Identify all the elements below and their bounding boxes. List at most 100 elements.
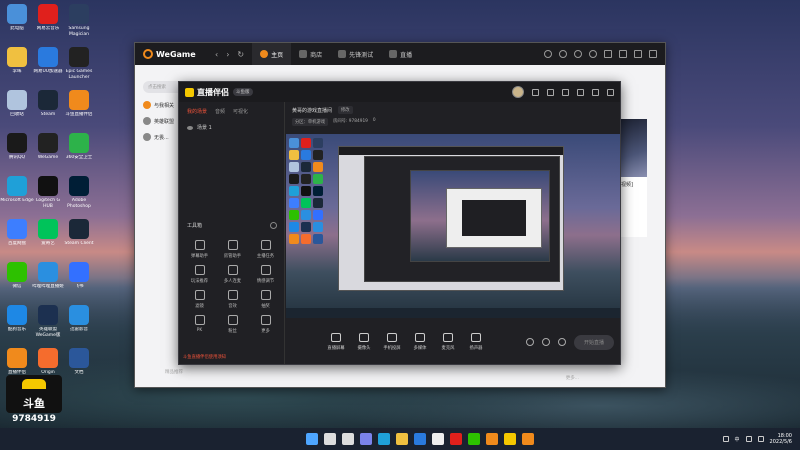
wegame-titlebar[interactable]: WeGame ‹ › ↻ 主页 商店 先锋测试 直播 — [135, 43, 665, 65]
more-link[interactable]: 更多... — [566, 375, 579, 381]
desktop-icon[interactable]: 飞书 — [62, 260, 96, 300]
minimize-icon[interactable] — [577, 88, 584, 96]
settings-icon[interactable] — [557, 338, 566, 346]
desktop-icon[interactable]: 斗鱼直播伴侣 — [62, 88, 96, 128]
desktop-icon[interactable]: 回收站 — [0, 88, 34, 128]
netease-music-icon[interactable] — [450, 433, 462, 445]
avatar[interactable] — [589, 50, 597, 58]
avatar[interactable] — [512, 86, 524, 98]
desktop-icon[interactable]: 文档 — [62, 346, 96, 386]
close-icon[interactable] — [607, 88, 614, 96]
gift-icon[interactable] — [544, 50, 552, 58]
monitor-eye-icon[interactable] — [541, 338, 550, 346]
desktop-icon[interactable]: Adobe Photoshop — [62, 174, 96, 214]
desktop-icon[interactable]: Epic Games Launcher — [62, 45, 96, 85]
settings-icon[interactable] — [547, 88, 554, 96]
toolbox-item[interactable]: 玩法推荐 — [183, 265, 216, 284]
scene-item[interactable]: 场景 1 — [179, 121, 284, 134]
tab-pioneer-test[interactable]: 先锋测试 — [330, 43, 381, 65]
desktop-icon[interactable]: 360安全卫士 — [62, 131, 96, 171]
desktop-icon[interactable]: Steam Client — [62, 217, 96, 257]
live-companion-icon[interactable] — [504, 433, 516, 445]
eye-icon[interactable] — [187, 125, 193, 130]
tab-audio[interactable]: 音频 — [215, 108, 225, 115]
microphone-button[interactable]: 麦克风 — [434, 333, 462, 351]
network-icon[interactable] — [745, 436, 752, 442]
desktop-icon[interactable]: Steam — [31, 88, 65, 128]
desktop-icon[interactable]: 百度网盘 — [0, 217, 34, 257]
desktop-icon[interactable]: 腾讯QQ — [0, 131, 34, 171]
desktop-icon[interactable]: Microsoft Edge — [0, 174, 34, 214]
desktop-icon[interactable]: 哔哩哔哩直播姬 — [31, 260, 65, 300]
desktop-icon[interactable]: 英雄联盟WeGame版 — [31, 303, 65, 343]
more-icon[interactable] — [270, 222, 277, 229]
usage-notice-link[interactable]: 斗鱼直播伴侣使用须知 — [183, 354, 226, 360]
friends-icon[interactable] — [559, 50, 567, 58]
refresh-button[interactable]: ↻ — [237, 50, 244, 59]
tab-store[interactable]: 商店 — [291, 43, 330, 65]
start-live-button[interactable]: 开始直播 — [573, 334, 614, 350]
maximize-icon[interactable] — [634, 50, 642, 58]
desktop-icon[interactable]: 网易云音乐 — [31, 2, 65, 42]
clock[interactable]: 18:00 2022/5/6 — [770, 433, 792, 445]
tab-visual[interactable]: 可视化 — [233, 108, 248, 115]
media-button[interactable]: 多媒体 — [406, 333, 434, 351]
tab-live[interactable]: 直播 — [381, 43, 420, 65]
tab-scenes[interactable]: 我的场景 — [187, 108, 207, 115]
notion-icon[interactable] — [432, 433, 444, 445]
ime-indicator[interactable]: 中 — [735, 436, 740, 443]
explorer-icon[interactable] — [396, 433, 408, 445]
minimize-icon[interactable] — [619, 50, 627, 58]
toolbox-item[interactable]: 主播任务 — [249, 240, 282, 259]
task-view-icon[interactable] — [342, 433, 354, 445]
back-button[interactable]: ‹ — [215, 50, 218, 59]
menu-icon[interactable] — [562, 88, 569, 96]
desktop-icon[interactable]: 迅雷影音 — [62, 303, 96, 343]
toolbox-item[interactable]: PK — [183, 315, 216, 334]
toolbox-item[interactable]: 滤镜 — [183, 290, 216, 309]
store-icon[interactable] — [414, 433, 426, 445]
douyu-icon[interactable] — [522, 433, 534, 445]
toolbox-item[interactable]: 弹幕助手 — [183, 240, 216, 259]
chevron-up-icon[interactable] — [722, 436, 729, 442]
wechat-icon[interactable] — [468, 433, 480, 445]
live-companion-window[interactable]: 直播伴侣 斗鱼版 我的场景 音频 可视化 场景 1 工具箱 弹幕助手 房管助手 主播… — [178, 81, 621, 365]
toolbox-item[interactable]: 更多 — [249, 315, 282, 334]
phone-mirror-button[interactable]: 手机投屏 — [378, 333, 406, 351]
start-icon[interactable] — [306, 433, 318, 445]
toolbox-item[interactable]: 抽奖 — [249, 290, 282, 309]
tab-home[interactable]: 主页 — [252, 43, 292, 65]
close-icon[interactable] — [649, 50, 657, 58]
toolbox-item[interactable]: 粉丝 — [216, 315, 249, 334]
desktop-icon[interactable]: 微信 — [0, 260, 34, 300]
edge-icon[interactable] — [378, 433, 390, 445]
toolbox-item[interactable]: 音效 — [216, 290, 249, 309]
message-icon[interactable] — [574, 50, 582, 58]
desktop-icon[interactable]: 酷狗音乐 — [0, 303, 34, 343]
desktop-icon[interactable]: WeGame — [31, 131, 65, 171]
mail-icon[interactable] — [532, 88, 539, 96]
search-icon[interactable] — [324, 433, 336, 445]
camera-button[interactable]: 摄像头 — [350, 333, 378, 351]
desktop-icon[interactable]: 此电脑 — [0, 2, 34, 42]
desktop-icon[interactable]: 网易UU加速器 — [31, 45, 65, 85]
edit-title-button[interactable]: 修改 — [338, 106, 353, 114]
wegame-icon[interactable] — [486, 433, 498, 445]
chat-icon[interactable] — [360, 433, 372, 445]
desktop-icon[interactable]: Samsung Magician — [62, 2, 96, 42]
promo-card[interactable]: [视频] — [617, 119, 647, 237]
forward-button[interactable]: › — [226, 50, 229, 59]
volume-icon[interactable] — [757, 436, 764, 442]
record-icon[interactable] — [525, 338, 534, 346]
toolbox-item[interactable]: 多人连麦 — [216, 265, 249, 284]
desktop-icon[interactable]: 爱奇艺 — [31, 217, 65, 257]
maximize-icon[interactable] — [592, 88, 599, 96]
toolbox-item[interactable]: 房管助手 — [216, 240, 249, 259]
desktop-icon[interactable]: 李晖 — [0, 45, 34, 85]
speaker-button[interactable]: 扬声器 — [462, 333, 490, 351]
screen-capture-button[interactable]: 直播屏幕 — [322, 333, 350, 351]
stream-preview[interactable] — [286, 134, 620, 318]
toolbox-item[interactable]: 情感调节 — [249, 265, 282, 284]
live-titlebar[interactable]: 直播伴侣 斗鱼版 — [179, 82, 620, 102]
category-chip[interactable]: 分区：单机游戏 — [292, 118, 329, 126]
